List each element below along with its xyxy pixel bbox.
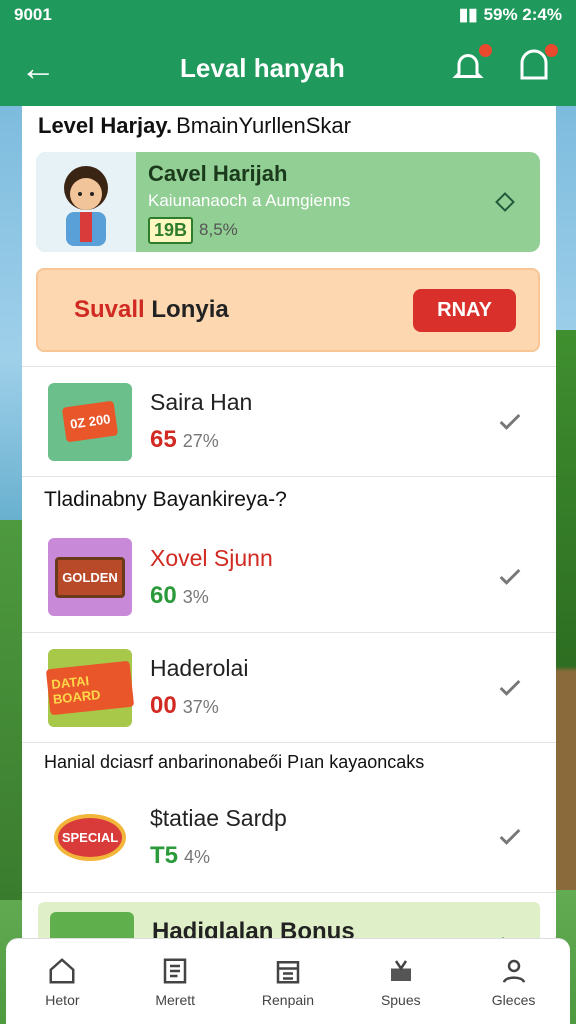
hero-text: Cavel Harijah Kaiunanaoch a Aumgienns 19… [136, 161, 498, 244]
list-icon [163, 958, 187, 983]
check-button[interactable] [490, 402, 530, 442]
status-bar: 9001 ▮▮ 59% 2:4% [0, 0, 576, 30]
subheading: Tladinabny Bayankireya-? [22, 476, 556, 522]
item-meta: 60 3% [150, 582, 490, 610]
promo-text-dark: Lonyia [151, 296, 229, 323]
hero-percent: 8,5% [199, 220, 238, 239]
back-arrow-icon[interactable]: ← [20, 47, 80, 89]
item-thumb-label: GOLDEN [55, 556, 125, 598]
item-thumbnail: DATAI BOARD [45, 648, 135, 727]
gift-icon [390, 959, 411, 981]
app-bar: ← Leval hanyah [0, 30, 576, 106]
calendar-icon [276, 960, 300, 983]
nav-item-gift[interactable]: Spues [344, 939, 457, 1024]
notification-button[interactable] [450, 44, 492, 88]
nav-label: Spues [380, 991, 421, 1008]
list-item[interactable]: 0Z 200 Saira Han 65 27% [22, 366, 556, 476]
check-icon [499, 413, 521, 430]
home-icon [49, 957, 75, 983]
list-item[interactable]: GOLDEN Xovel Sjunn 60 3% [22, 522, 556, 632]
check-button[interactable] [490, 817, 530, 857]
signal-icon: ▮▮ [458, 5, 478, 24]
nav-label: Merett [155, 991, 196, 1008]
promo-banner: Suvall Lonyia RNAY [36, 268, 540, 352]
item-info: $tatiae Sardp T5 4% [132, 805, 490, 870]
hero-subtitle: Kaiunanaoch a Aumgienns [148, 190, 351, 210]
avatar [36, 152, 136, 252]
item-value: 60 [150, 581, 177, 609]
character-illustration [64, 166, 108, 246]
item-percent: 3% [182, 586, 209, 607]
bonus-card[interactable]: Hadiglalan Bonus 9752300 [38, 902, 540, 942]
level-badge: 19B [148, 216, 194, 244]
item-value: 00 [150, 692, 177, 719]
item-meta: T5 4% [150, 842, 490, 870]
status-left: 9001 [14, 5, 52, 24]
item-value: T5 [150, 841, 179, 869]
hero-meta: 19B 8,5% [148, 216, 498, 244]
section-title-bold: Level Harjay. [38, 113, 173, 138]
item-info: Saira Han 65 27% [132, 389, 490, 454]
bottom-nav: Hetor Merett Renpain Spues Gleces [6, 938, 570, 1024]
profile-icon [502, 959, 525, 983]
item-meta: 65 27% [150, 426, 490, 454]
subheading: Hanial dciasrf anbarinonabeői Pıan kayao… [22, 742, 556, 782]
check-icon [499, 828, 521, 845]
nav-item-profile[interactable]: Gleces [457, 939, 570, 1024]
promo-button[interactable]: RNAY [413, 288, 516, 332]
item-value: 65 [150, 426, 177, 453]
nav-label: Gleces [491, 991, 536, 1008]
check-button[interactable] [490, 668, 530, 708]
promo-text: Suvall Lonyia [74, 296, 229, 324]
main-panel: Level Harjay. BmainYurllenSkar Cavel Har… [22, 106, 556, 942]
item-name: $tatiae Sardp [150, 804, 287, 831]
alert-button[interactable] [516, 44, 558, 88]
check-icon [499, 679, 521, 696]
nav-item-calendar[interactable]: Renpain [232, 939, 345, 1024]
hero-name: Cavel Harijah [148, 160, 288, 186]
nav-item-home[interactable]: Hetor [6, 939, 119, 1024]
item-name: Xovel Sjunn [150, 544, 273, 571]
item-name: Haderolai [150, 655, 249, 681]
item-percent: 4% [184, 846, 211, 867]
section-title: Level Harjay. BmainYurllenSkar [22, 106, 556, 146]
diamond-icon [495, 192, 515, 212]
nav-label: Hetor [45, 991, 80, 1008]
nav-label: Renpain [261, 991, 315, 1008]
item-info: Xovel Sjunn 60 3% [132, 545, 490, 610]
item-thumb-label: DATAI BOARD [45, 660, 135, 715]
page-title: Leval hanyah [180, 52, 345, 83]
item-info: Haderolai 00 37% [132, 655, 490, 720]
item-percent: 37% [182, 697, 219, 717]
check-button[interactable] [490, 557, 530, 597]
item-thumbnail: GOLDEN [48, 538, 132, 616]
alert-dot [545, 44, 558, 57]
status-right: 59% 2:4% [483, 5, 562, 24]
notification-dot [479, 44, 492, 57]
item-meta: 00 37% [150, 692, 490, 720]
item-thumbnail: 0Z 200 [48, 382, 132, 461]
check-icon [499, 568, 521, 585]
promo-text-red: Suvall [74, 296, 145, 323]
nav-item-list[interactable]: Merett [119, 939, 232, 1024]
item-thumb-label: 0Z 200 [61, 400, 119, 443]
section-title-rest: BmainYurllenSkar [176, 113, 351, 138]
item-name: Saira Han [150, 389, 253, 415]
list-item[interactable]: DATAI BOARD Haderolai 00 37% [22, 632, 556, 742]
list-item[interactable]: SPECIAL $tatiae Sardp T5 4% [22, 782, 556, 892]
item-thumb-label: SPECIAL [53, 813, 127, 861]
item-percent: 27% [182, 431, 219, 451]
hero-card[interactable]: Cavel Harijah Kaiunanaoch a Aumgienns 19… [36, 152, 540, 252]
item-thumbnail: SPECIAL [48, 798, 132, 876]
